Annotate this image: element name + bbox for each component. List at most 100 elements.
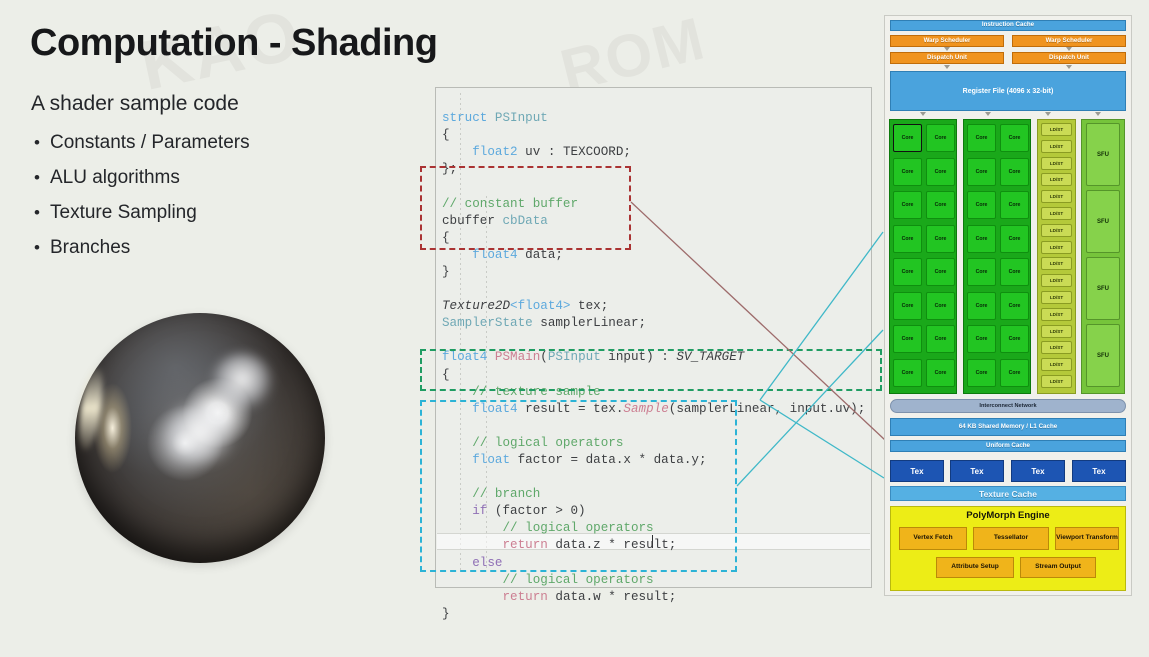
gpu-sm-diagram: Instruction Cache Warp Scheduler Warp Sc…: [884, 15, 1132, 596]
code-line: }: [442, 606, 450, 621]
arrow-down-icon: [920, 112, 926, 116]
core-unit-22: Core: [967, 224, 996, 253]
arrow-down-icon: [1066, 65, 1072, 69]
arrow-down-icon: [1045, 112, 1051, 116]
shared-memory-block: 64 KB Shared Memory / L1 Cache: [890, 418, 1126, 436]
tex-unit-3: Tex: [1072, 460, 1126, 482]
code-line: float2 uv : TEXCOORD;: [472, 145, 631, 160]
ldst-unit-10: LD/ST: [1041, 291, 1072, 304]
polymorph-engine-label: PolyMorph Engine: [966, 510, 1050, 521]
ldst-unit-15: LD/ST: [1041, 375, 1072, 388]
core-unit-11: Core: [926, 291, 955, 320]
core-unit-24: Core: [967, 258, 996, 286]
core-unit-20: Core: [967, 191, 996, 219]
core-unit-19: Core: [1000, 157, 1029, 186]
list-item: • ALU algorithms: [34, 167, 374, 189]
bullet-marker-icon: •: [34, 238, 40, 257]
viewport-transform-stage: Viewport Transform: [1055, 527, 1119, 550]
list-item-label: ALU algorithms: [50, 167, 180, 188]
dispatch-unit-block-0: Dispatch Unit: [890, 52, 1004, 64]
dispatch-unit-block-1: Dispatch Unit: [1012, 52, 1126, 64]
code-line: SamplerState samplerLinear;: [442, 316, 647, 331]
shaded-sphere-image: [65, 307, 335, 577]
tessellator-stage: Tessellator: [973, 527, 1049, 550]
ldst-unit-1: LD/ST: [1041, 139, 1072, 153]
core-unit-7: Core: [926, 224, 955, 253]
ldst-unit-9: LD/ST: [1041, 274, 1072, 288]
uniform-cache-block: Uniform Cache: [890, 440, 1126, 452]
vertex-fetch-stage: Vertex Fetch: [899, 527, 967, 550]
bullet-marker-icon: •: [34, 203, 40, 222]
bullet-list: • Constants / Parameters • ALU algorithm…: [34, 132, 374, 272]
arrow-down-icon: [1095, 112, 1101, 116]
core-unit-15: Core: [926, 358, 955, 387]
sfu-unit-2: SFU: [1086, 257, 1120, 320]
core-unit-16: Core: [967, 124, 996, 152]
list-item-label: Branches: [50, 237, 131, 258]
ldst-unit-3: LD/ST: [1041, 173, 1072, 187]
page-title: Computation - Shading: [30, 22, 438, 64]
texture-cache-block: Texture Cache: [890, 486, 1126, 501]
core-unit-9: Core: [926, 258, 955, 286]
ldst-unit-6: LD/ST: [1041, 223, 1072, 237]
code-line: // logical operators: [502, 572, 654, 587]
ldst-unit-11: LD/ST: [1041, 307, 1072, 321]
core-unit-17: Core: [1000, 124, 1029, 152]
core-unit-28: Core: [967, 325, 996, 353]
list-item-label: Texture Sampling: [50, 202, 197, 223]
ldst-unit-14: LD/ST: [1041, 358, 1072, 372]
core-unit-31: Core: [1000, 358, 1029, 387]
ldst-unit-4: LD/ST: [1041, 190, 1072, 204]
arrow-down-icon: [985, 112, 991, 116]
core-unit-29: Core: [1000, 325, 1029, 353]
sfu-unit-1: SFU: [1086, 190, 1120, 253]
core-unit-1: Core: [926, 124, 955, 152]
core-unit-14: Core: [893, 358, 922, 387]
code-line: }: [442, 264, 450, 279]
warp-scheduler-block-1: Warp Scheduler: [1012, 35, 1126, 47]
core-unit-2: Core: [893, 157, 922, 186]
list-item: • Constants / Parameters: [34, 132, 374, 154]
arrow-down-icon: [944, 47, 950, 51]
bullet-marker-icon: •: [34, 168, 40, 187]
tex-unit-2: Tex: [1011, 460, 1065, 482]
interconnect-network-block: Interconnect Network: [890, 399, 1126, 413]
core-unit-13: Core: [926, 325, 955, 353]
code-line: return data.w * result;: [502, 589, 677, 604]
core-unit-27: Core: [1000, 291, 1029, 320]
logic-branch-highlight: [420, 400, 737, 572]
ldst-unit-8: LD/ST: [1041, 257, 1072, 271]
core-unit-4: Core: [893, 191, 922, 219]
core-unit-25: Core: [1000, 258, 1029, 286]
list-item: • Texture Sampling: [34, 202, 374, 224]
slide-root: KAO ROM ROI Computation - Shading A shad…: [0, 0, 1149, 621]
core-unit-23: Core: [1000, 224, 1029, 253]
tex-unit-0: Tex: [890, 460, 944, 482]
ldst-unit-12: LD/ST: [1041, 324, 1072, 338]
tex-unit-1: Tex: [950, 460, 1004, 482]
arrow-down-icon: [944, 65, 950, 69]
core-unit-0: Core: [893, 124, 922, 152]
core-unit-21: Core: [1000, 191, 1029, 219]
ldst-unit-2: LD/ST: [1041, 156, 1072, 170]
warp-scheduler-block-0: Warp Scheduler: [890, 35, 1004, 47]
ldst-unit-0: LD/ST: [1041, 123, 1072, 136]
constant-buffer-highlight: [420, 166, 631, 250]
core-unit-26: Core: [967, 291, 996, 320]
ldst-unit-7: LD/ST: [1041, 240, 1072, 254]
arrow-down-icon: [1066, 47, 1072, 51]
ldst-unit-13: LD/ST: [1041, 341, 1072, 355]
sfu-unit-0: SFU: [1086, 123, 1120, 186]
code-line: struct PSInput: [442, 111, 548, 126]
core-unit-5: Core: [926, 191, 955, 219]
attribute-setup-stage: Attribute Setup: [936, 557, 1014, 578]
core-unit-6: Core: [893, 224, 922, 253]
sphere-specular-highlight: [211, 353, 273, 411]
core-unit-12: Core: [893, 325, 922, 353]
ldst-unit-5: LD/ST: [1041, 207, 1072, 220]
code-line: {: [442, 128, 450, 143]
code-line: Texture2D<float4> tex;: [442, 299, 609, 314]
page-subtitle: A shader sample code: [31, 92, 239, 115]
